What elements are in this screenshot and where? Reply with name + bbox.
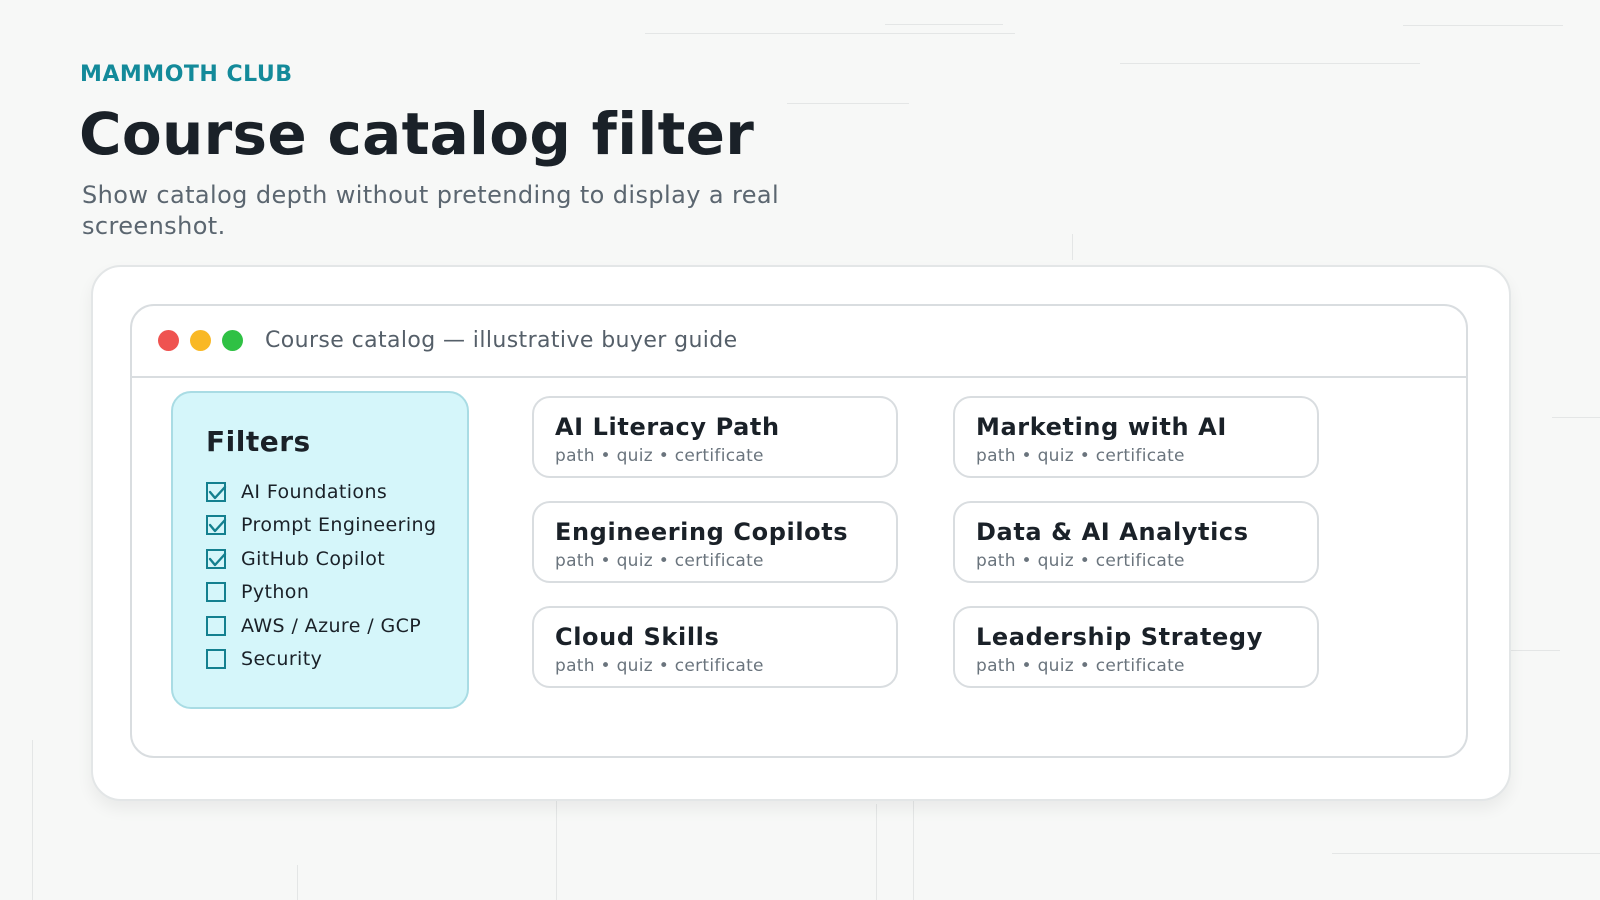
course-meta: path • quiz • certificate xyxy=(976,446,1185,466)
brand-label: MAMMOTH CLUB xyxy=(80,62,293,87)
background-line xyxy=(913,786,914,900)
background-line xyxy=(297,865,298,900)
course-title: Marketing with AI xyxy=(976,413,1227,441)
course-card[interactable]: Data & AI Analytics path • quiz • certif… xyxy=(953,501,1319,583)
filter-python[interactable]: Python xyxy=(206,579,309,605)
filter-label: Security xyxy=(241,648,323,670)
background-line xyxy=(645,33,1015,34)
course-card[interactable]: Leadership Strategy path • quiz • certif… xyxy=(953,606,1319,688)
checkbox[interactable] xyxy=(206,616,226,636)
filter-label: AI Foundations xyxy=(241,481,388,503)
course-title: Leadership Strategy xyxy=(976,623,1263,651)
course-meta: path • quiz • certificate xyxy=(555,551,764,571)
background-line xyxy=(1403,25,1563,26)
course-title: Data & AI Analytics xyxy=(976,518,1249,546)
checkbox-checked[interactable] xyxy=(206,482,227,502)
filter-label: Prompt Engineering xyxy=(241,514,437,536)
filters-panel: Filters AI Foundations Prompt Engineerin… xyxy=(171,391,469,709)
course-meta: path • quiz • certificate xyxy=(976,551,1185,571)
checkbox-checked[interactable] xyxy=(206,549,227,569)
checkbox[interactable] xyxy=(206,649,226,669)
course-meta: path • quiz • certificate xyxy=(555,446,764,466)
background-line xyxy=(1552,417,1600,418)
minimize-window-dot[interactable] xyxy=(190,330,211,351)
page-subtitle: Show catalog depth without pretending to… xyxy=(82,181,780,240)
check-icon xyxy=(208,518,227,533)
filter-prompt-engineering[interactable]: Prompt Engineering xyxy=(206,512,436,538)
filter-label: AWS / Azure / GCP xyxy=(241,615,422,637)
checkbox-checked[interactable] xyxy=(206,515,227,535)
background-line xyxy=(885,24,1003,25)
filters-heading: Filters xyxy=(206,425,311,458)
course-card[interactable]: Engineering Copilots path • quiz • certi… xyxy=(532,501,898,583)
filter-cloud[interactable]: AWS / Azure / GCP xyxy=(206,613,421,639)
course-card[interactable]: Marketing with AI path • quiz • certific… xyxy=(953,396,1319,478)
background-line xyxy=(787,103,909,104)
course-title: AI Literacy Path xyxy=(555,413,780,441)
background-line xyxy=(1332,853,1600,854)
page-title: Course catalog filter xyxy=(79,100,755,168)
window-title: Course catalog — illustrative buyer guid… xyxy=(265,328,738,353)
background-line xyxy=(1072,234,1073,260)
background-line xyxy=(1120,63,1420,64)
course-card[interactable]: Cloud Skills path • quiz • certificate xyxy=(532,606,898,688)
close-window-dot[interactable] xyxy=(158,330,179,351)
check-icon xyxy=(208,485,227,500)
filter-ai-foundations[interactable]: AI Foundations xyxy=(206,479,387,505)
background-line xyxy=(876,804,877,900)
filter-security[interactable]: Security xyxy=(206,646,322,672)
course-meta: path • quiz • certificate xyxy=(555,656,764,676)
course-card[interactable]: AI Literacy Path path • quiz • certifica… xyxy=(532,396,898,478)
filter-github-copilot[interactable]: GitHub Copilot xyxy=(206,546,385,572)
course-meta: path • quiz • certificate xyxy=(976,656,1185,676)
background-line xyxy=(556,786,557,900)
course-title: Engineering Copilots xyxy=(555,518,849,546)
window-titlebar: Course catalog — illustrative buyer guid… xyxy=(132,306,1466,378)
check-icon xyxy=(208,552,227,567)
filter-label: Python xyxy=(241,581,310,603)
background-line xyxy=(32,740,33,900)
checkbox[interactable] xyxy=(206,582,226,602)
filter-label: GitHub Copilot xyxy=(241,548,386,570)
maximize-window-dot[interactable] xyxy=(222,330,243,351)
course-title: Cloud Skills xyxy=(555,623,720,651)
